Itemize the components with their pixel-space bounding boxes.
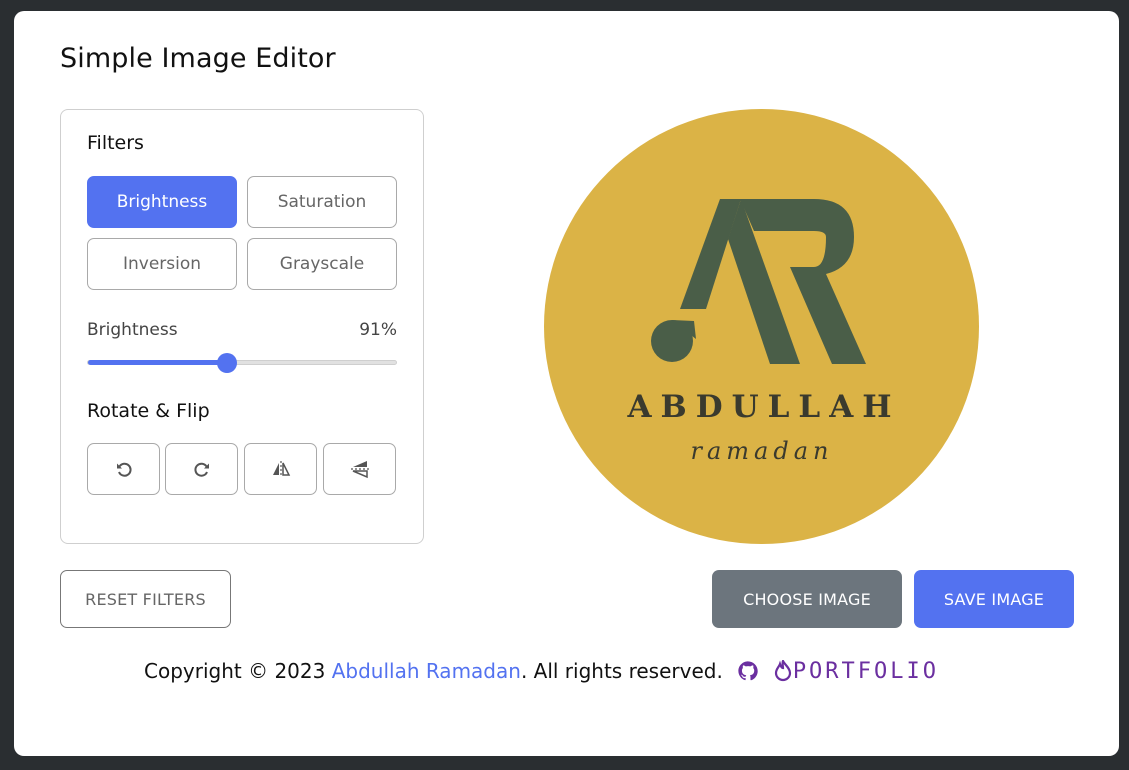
controls-panel: Filters Brightness Saturation Inversion … xyxy=(60,109,424,544)
brightness-slider[interactable] xyxy=(87,353,397,373)
flip-horizontal-icon xyxy=(272,461,290,477)
filters-heading: Filters xyxy=(87,132,144,154)
rotate-left-button[interactable] xyxy=(87,443,160,495)
portfolio-link[interactable]: PORTFOLIO xyxy=(773,659,939,684)
flame-icon xyxy=(774,660,791,682)
page-title: Simple Image Editor xyxy=(60,43,336,74)
logo-sub-text: ramadan xyxy=(691,437,834,465)
copyright-prefix: Copyright © 2023 xyxy=(144,659,326,683)
slider-thumb[interactable] xyxy=(216,353,237,373)
image-preview: ABDULLAH ramadan xyxy=(544,109,979,544)
filter-inversion-button[interactable]: Inversion xyxy=(87,238,237,290)
flip-vertical-icon xyxy=(350,461,369,479)
rotate-left-icon xyxy=(116,462,132,477)
author-link[interactable]: Abdullah Ramadan xyxy=(332,659,521,683)
reset-filters-button[interactable]: RESET FILTERS xyxy=(60,570,231,628)
footer: Copyright © 2023 Abdullah Ramadan. All r… xyxy=(144,656,1004,686)
save-image-button[interactable]: SAVE IMAGE xyxy=(914,570,1074,628)
logo-main-text: ABDULLAH xyxy=(626,389,900,425)
slider-name: Brightness xyxy=(87,320,178,340)
slider-value: 91% xyxy=(359,320,397,340)
filter-saturation-button[interactable]: Saturation xyxy=(247,176,397,228)
copyright-suffix: . All rights reserved. xyxy=(520,659,723,683)
filter-brightness-button[interactable]: Brightness xyxy=(87,176,237,228)
filter-grayscale-button[interactable]: Grayscale xyxy=(247,238,397,290)
choose-image-button[interactable]: CHOOSE IMAGE xyxy=(712,570,902,628)
rotate-right-button[interactable] xyxy=(165,443,238,495)
github-icon xyxy=(738,661,758,681)
flip-horizontal-button[interactable] xyxy=(244,443,317,495)
portfolio-label: PORTFOLIO xyxy=(792,658,940,684)
github-link[interactable] xyxy=(737,660,759,682)
rotate-heading: Rotate & Flip xyxy=(87,400,210,422)
slider-fill xyxy=(88,360,227,365)
rotate-right-icon xyxy=(193,462,209,477)
preview-image: ABDULLAH ramadan xyxy=(544,109,979,544)
editor-card: Simple Image Editor Filters Brightness S… xyxy=(14,11,1119,756)
flip-vertical-button[interactable] xyxy=(323,443,396,495)
